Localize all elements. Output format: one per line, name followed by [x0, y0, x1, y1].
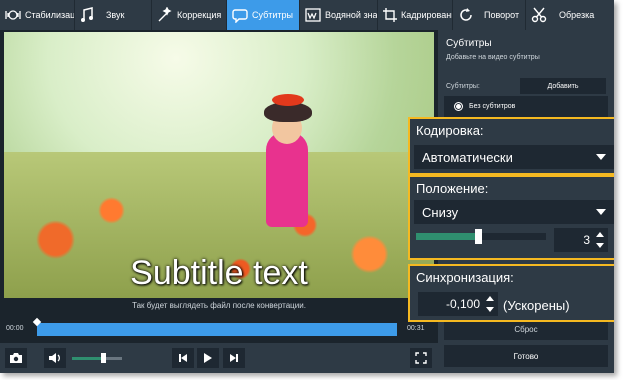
app-window: Стабилизация Звук Коррекция Субтитры Вод…	[0, 0, 614, 373]
add-subtitles-button[interactable]: Добавить	[520, 78, 606, 94]
encoding-label: Кодировка:	[416, 123, 484, 138]
position-offset-value: 3	[583, 233, 590, 247]
fullscreen-icon	[415, 352, 427, 364]
tab-subtitles[interactable]: Субтитры	[227, 0, 300, 30]
position-offset-stepper[interactable]: 3	[554, 228, 608, 252]
volume-button[interactable]	[44, 348, 66, 368]
tab-stabilization-label: Стабилизация	[25, 10, 75, 20]
done-button[interactable]: Готово	[444, 345, 608, 367]
crop-icon	[383, 8, 397, 22]
tab-correction[interactable]: Коррекция	[152, 0, 227, 30]
subtitle-preview-text: Subtitle text	[130, 254, 308, 292]
preview-caption: Так будет выглядеть файл после конвертац…	[132, 301, 306, 310]
stepper-down-icon[interactable]	[596, 243, 604, 248]
time-end: 00:31	[407, 325, 425, 332]
toolbar: Стабилизация Звук Коррекция Субтитры Вод…	[0, 0, 614, 30]
position-slider-fill	[416, 233, 479, 240]
tab-sound[interactable]: Звук	[75, 0, 152, 30]
panel-description: Добавьте на видео субтитры	[446, 54, 540, 61]
play-icon	[204, 353, 212, 363]
snapshot-button[interactable]	[5, 348, 27, 368]
tab-watermark-label: Водяной знак	[325, 10, 378, 20]
sync-stepper[interactable]: -0,100	[418, 292, 498, 316]
skip-back-icon	[179, 354, 187, 362]
rotate-icon	[460, 8, 472, 21]
skip-forward-icon	[230, 354, 238, 362]
music-note-icon	[81, 7, 93, 22]
stabilize-icon	[5, 10, 21, 20]
volume-slider[interactable]	[72, 353, 122, 363]
tab-stabilization[interactable]: Стабилизация	[0, 0, 75, 30]
timeline: 00:00 00:31	[0, 317, 438, 343]
stepper-up-icon[interactable]	[596, 232, 604, 237]
stepper-up-icon[interactable]	[486, 296, 494, 301]
speech-bubble-icon	[232, 8, 248, 23]
camera-icon	[10, 353, 22, 363]
tab-trim-label: Обрезка	[559, 10, 595, 20]
play-button[interactable]	[197, 348, 219, 368]
scissors-icon	[531, 7, 547, 23]
sync-note: (Ускорены)	[503, 298, 570, 313]
girl-hat	[264, 94, 312, 122]
position-label: Положение:	[416, 181, 489, 196]
position-dropdown[interactable]: Снизу	[414, 200, 614, 224]
sync-value: -0,100	[445, 297, 480, 311]
fullscreen-button[interactable]	[410, 348, 432, 368]
no-subtitles-option[interactable]: Без субтитров	[454, 102, 515, 111]
radio-selected-icon[interactable]	[454, 102, 463, 111]
girl-figure	[266, 132, 308, 227]
previous-button[interactable]	[172, 348, 194, 368]
tab-subtitles-label: Субтитры	[252, 10, 294, 20]
encoding-value: Автоматически	[422, 149, 513, 165]
correction-icon	[158, 7, 172, 22]
chevron-down-icon	[596, 209, 606, 215]
no-subtitles-label: Без субтитров	[469, 103, 516, 110]
video-preview: Subtitle text	[4, 32, 434, 298]
volume-knob[interactable]	[101, 353, 106, 363]
volume-fill	[72, 357, 103, 360]
time-start: 00:00	[6, 325, 24, 332]
tab-watermark[interactable]: Водяной знак	[300, 0, 378, 30]
position-offset-slider[interactable]	[416, 229, 546, 244]
sync-callout: Синхронизация: -0,100 (Ускорены)	[408, 264, 614, 322]
sync-label: Синхронизация:	[416, 270, 514, 285]
position-value: Снизу	[422, 204, 459, 220]
tab-rotate-label: Поворот	[484, 10, 520, 20]
chevron-down-icon	[596, 154, 606, 160]
tab-rotate[interactable]: Поворот	[453, 0, 526, 30]
subtitles-label: Субтитры:	[446, 83, 480, 90]
position-slider-knob[interactable]	[475, 229, 483, 244]
watermark-icon	[305, 8, 321, 22]
subtitles-list: Без субтитров	[444, 96, 608, 118]
position-callout: Положение: Снизу 3	[408, 175, 614, 260]
panel-title: Субтитры	[446, 38, 492, 49]
tab-correction-label: Коррекция	[177, 10, 222, 20]
tab-crop-label: Кадрирование	[401, 10, 452, 20]
next-button[interactable]	[223, 348, 245, 368]
tab-trim[interactable]: Обрезка	[526, 0, 614, 30]
player-controls	[0, 343, 438, 373]
speaker-icon	[49, 353, 60, 363]
encoding-dropdown[interactable]: Автоматически	[414, 145, 614, 169]
stepper-down-icon[interactable]	[486, 307, 494, 312]
timeline-track[interactable]	[37, 323, 397, 336]
encoding-callout: Кодировка: Автоматически	[408, 117, 614, 175]
tab-sound-label: Звук	[106, 10, 125, 20]
preview-area: Subtitle text Так будет выглядеть файл п…	[0, 30, 438, 317]
tab-crop[interactable]: Кадрирование	[378, 0, 453, 30]
